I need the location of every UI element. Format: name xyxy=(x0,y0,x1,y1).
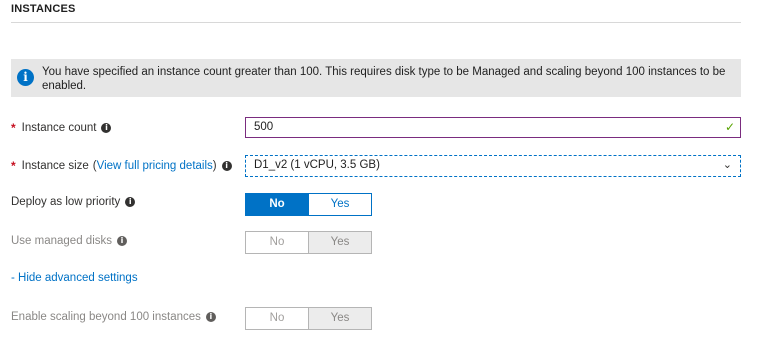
instance-count-input[interactable]: 500 ✓ xyxy=(245,117,741,138)
section-divider xyxy=(11,22,741,23)
instance-count-label: * Instance count i xyxy=(11,121,112,135)
scaling-beyond-toggle: No Yes xyxy=(245,307,372,330)
instance-size-value: D1_v2 (1 vCPU, 3.5 GB) xyxy=(254,159,380,171)
instance-count-value: 500 xyxy=(254,121,274,133)
scaling-beyond-label-text: Enable scaling beyond 100 instances xyxy=(11,311,201,323)
help-icon[interactable]: i xyxy=(221,161,232,171)
low-priority-label-text: Deploy as low priority xyxy=(11,196,121,208)
instance-size-select[interactable]: D1_v2 (1 vCPU, 3.5 GB) ⌄ xyxy=(245,155,741,177)
instance-size-label-text: Instance size xyxy=(21,160,89,172)
required-marker: * xyxy=(11,121,16,135)
help-icon[interactable]: i xyxy=(101,123,112,133)
scaling-beyond-yes-option: Yes xyxy=(309,307,372,330)
scaling-beyond-no-option: No xyxy=(245,307,309,330)
section-title: INSTANCES xyxy=(11,3,76,15)
managed-disks-label: Use managed disks i xyxy=(11,235,127,247)
pricing-link-close: ) xyxy=(212,160,217,172)
checkmark-icon: ✓ xyxy=(724,120,735,134)
managed-disks-toggle: No Yes xyxy=(245,231,372,254)
info-icon: i xyxy=(17,69,34,86)
instance-count-label-text: Instance count xyxy=(21,122,97,134)
required-marker: * xyxy=(11,159,16,173)
view-pricing-link[interactable]: View full pricing details xyxy=(97,160,213,172)
low-priority-label: Deploy as low priority i xyxy=(11,196,136,208)
help-icon[interactable]: i xyxy=(117,236,127,246)
instance-size-label: * Instance size (View full pricing detai… xyxy=(11,159,232,173)
low-priority-no-option[interactable]: No xyxy=(245,193,309,216)
scaling-beyond-label: Enable scaling beyond 100 instances i xyxy=(11,311,216,323)
managed-disks-yes-option: Yes xyxy=(309,231,372,254)
managed-disks-label-text: Use managed disks xyxy=(11,235,112,247)
help-icon[interactable]: i xyxy=(205,312,216,322)
info-banner: i You have specified an instance count g… xyxy=(11,59,741,97)
hide-advanced-settings-link[interactable]: - Hide advanced settings xyxy=(11,272,138,284)
low-priority-yes-option[interactable]: Yes xyxy=(309,193,372,216)
low-priority-toggle[interactable]: No Yes xyxy=(245,193,372,216)
chevron-down-icon: ⌄ xyxy=(722,159,732,171)
help-icon[interactable]: i xyxy=(125,197,136,207)
managed-disks-no-option: No xyxy=(245,231,309,254)
info-banner-text: You have specified an instance count gre… xyxy=(42,66,726,92)
